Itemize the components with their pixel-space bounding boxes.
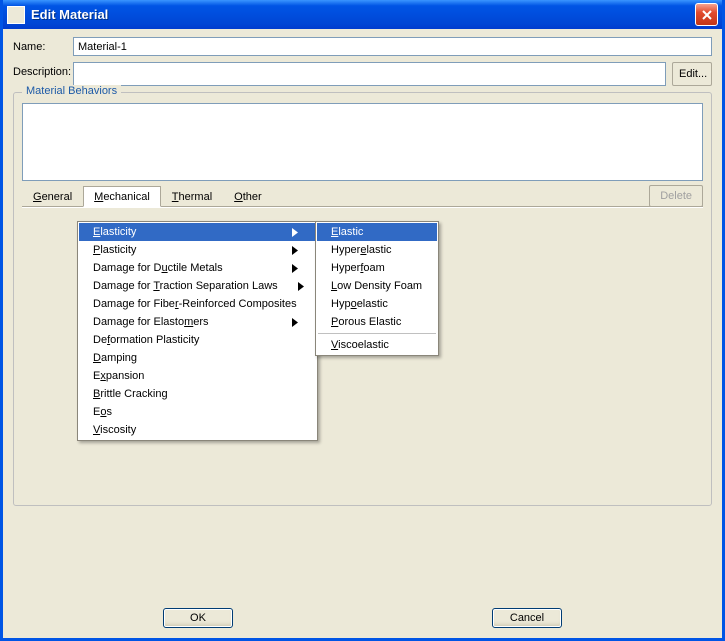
submenu-arrow-icon [272,264,298,273]
mechanical-item-11[interactable]: Viscosity [79,421,316,439]
elasticity-item-5[interactable]: Porous Elastic [317,313,437,331]
mechanical-item-label: Deformation Plasticity [93,334,199,346]
elasticity-item-label: Elastic [331,226,363,238]
menu-other[interactable]: Other [223,186,273,207]
description-input[interactable] [73,62,666,86]
mechanical-item-label: Damage for Ductile Metals [93,262,223,274]
submenu-arrow-icon [272,228,298,237]
mechanical-item-1[interactable]: Plasticity [79,241,316,259]
behavior-menubar: General Mechanical Thermal Other Delete [22,185,703,207]
delete-behavior-button: Delete [649,185,703,207]
menu-thermal[interactable]: Thermal [161,186,223,207]
mechanical-item-label: Elasticity [93,226,136,238]
elasticity-item-label: Hyperfoam [331,262,385,274]
mechanical-item-label: Brittle Cracking [93,388,168,400]
edit-description-button[interactable]: Edit... [672,62,712,86]
window-title: Edit Material [31,7,695,22]
mechanical-submenu: Elasticity Plasticity Damage for Ductile M… [77,221,318,441]
mechanical-item-3[interactable]: Damage for Traction Separation Laws [79,277,316,295]
mechanical-item-label: Damage for Traction Separation Laws [93,280,278,292]
elasticity-item-2[interactable]: Hyperfoam [317,259,437,277]
mechanical-item-0[interactable]: Elasticity [79,223,316,241]
material-behaviors-title: Material Behaviors [22,85,121,97]
elasticity-item-7[interactable]: Viscoelastic [317,336,437,354]
mechanical-item-10[interactable]: Eos [79,403,316,421]
edit-material-dialog: Edit Material Name: Description: Edit...… [0,0,725,641]
cancel-button[interactable]: Cancel [492,608,562,628]
mechanical-item-label: Damage for Elastomers [93,316,209,328]
app-icon [7,6,25,24]
description-label: Description: [13,62,73,78]
elasticity-item-1[interactable]: Hyperelastic [317,241,437,259]
material-behaviors-list[interactable] [22,103,703,181]
ok-button[interactable]: OK [163,608,233,628]
mechanical-item-4[interactable]: Damage for Fiber-Reinforced Composites [79,295,316,313]
name-label: Name: [13,41,73,53]
titlebar[interactable]: Edit Material [3,0,722,29]
elasticity-separator [318,333,436,334]
elasticity-item-label: Viscoelastic [331,339,389,351]
dialog-button-bar: OK Cancel [3,608,722,628]
submenu-arrow-icon [278,282,304,291]
mechanical-item-label: Expansion [93,370,144,382]
mechanical-item-label: Plasticity [93,244,136,256]
mechanical-item-7[interactable]: Damping [79,349,316,367]
elasticity-item-3[interactable]: Low Density Foam [317,277,437,295]
mechanical-item-9[interactable]: Brittle Cracking [79,385,316,403]
elasticity-item-label: Porous Elastic [331,316,401,328]
mechanical-item-label: Damping [93,352,137,364]
submenu-arrow-icon [272,318,298,327]
elasticity-item-label: Low Density Foam [331,280,422,292]
mechanical-item-6[interactable]: Deformation Plasticity [79,331,316,349]
elasticity-item-label: Hyperelastic [331,244,392,256]
elasticity-item-0[interactable]: Elastic [317,223,437,241]
mechanical-item-label: Eos [93,406,112,418]
submenu-arrow-icon [272,246,298,255]
elasticity-item-label: Hypoelastic [331,298,388,310]
close-button[interactable] [695,3,718,26]
mechanical-item-2[interactable]: Damage for Ductile Metals [79,259,316,277]
mechanical-item-label: Damage for Fiber-Reinforced Composites [93,298,297,310]
menu-mechanical[interactable]: Mechanical [83,186,161,207]
elasticity-item-4[interactable]: Hypoelastic [317,295,437,313]
mechanical-item-label: Viscosity [93,424,136,436]
menu-general[interactable]: General [22,186,83,207]
mechanical-item-5[interactable]: Damage for Elastomers [79,313,316,331]
mechanical-item-8[interactable]: Expansion [79,367,316,385]
elasticity-submenu: Elastic Hyperelastic Hyperfoam Low Density … [315,221,439,356]
name-input[interactable] [73,37,712,56]
